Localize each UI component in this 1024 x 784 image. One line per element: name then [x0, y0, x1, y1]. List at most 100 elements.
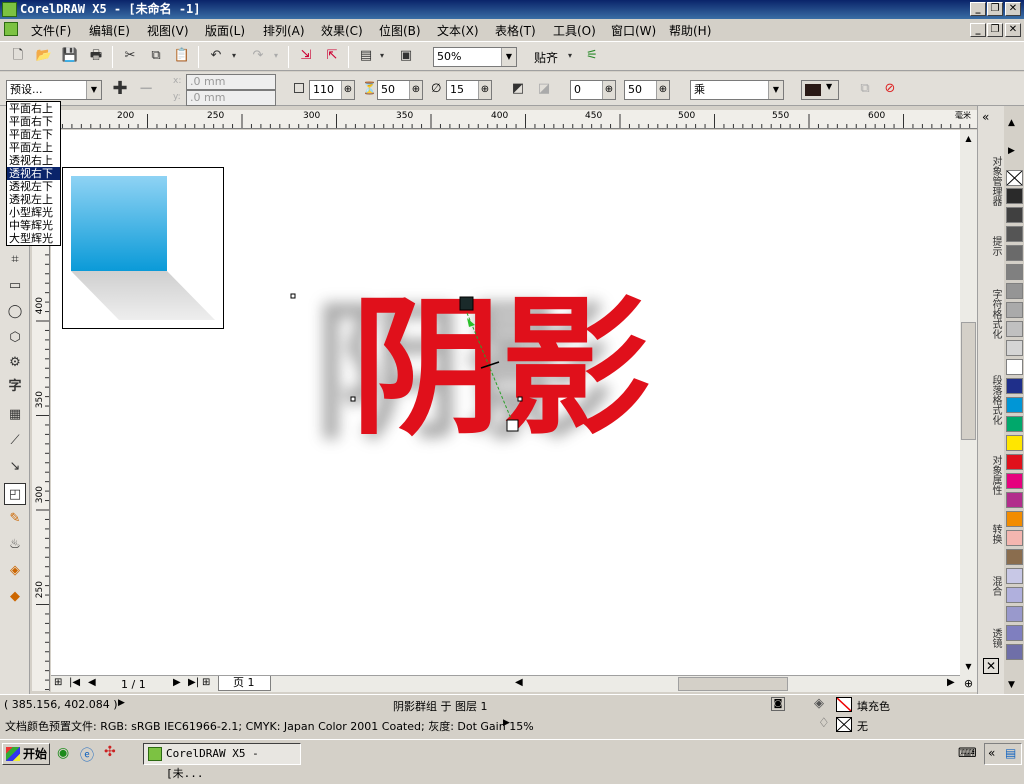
crop-tool-icon[interactable]: ⌗: [4, 249, 26, 271]
redo-icon[interactable]: ↷: [248, 46, 268, 66]
menu-help[interactable]: 帮助(H): [669, 22, 711, 39]
keyboard-icon[interactable]: ⌨: [958, 746, 977, 761]
chrome-icon[interactable]: ◉: [57, 745, 69, 761]
artwork[interactable]: 阴影 阴影: [51, 130, 960, 675]
menu-window[interactable]: 窗口(W): [611, 22, 656, 39]
rectangle-tool-icon[interactable]: ▭: [4, 275, 26, 297]
restore-button[interactable]: ❐: [987, 2, 1003, 16]
menu-view[interactable]: 视图(V): [147, 22, 189, 39]
horizontal-scroll-thumb[interactable]: [678, 677, 788, 691]
preset-option[interactable]: 小型辉光: [7, 206, 60, 219]
export-icon[interactable]: ⇱: [322, 46, 342, 66]
color-swatch[interactable]: [1006, 511, 1023, 527]
stretch-field[interactable]: 50 ⊕: [624, 80, 670, 100]
next-page-icon[interactable]: ▶: [173, 677, 181, 688]
app-icon[interactable]: [2, 2, 17, 17]
fill-tool-icon[interactable]: ◈: [4, 560, 26, 582]
docker-tab-hints[interactable]: 提示: [981, 226, 1001, 266]
dimension-tool-icon[interactable]: ⟋: [4, 430, 26, 452]
launcher-dropdown-icon[interactable]: ▾: [376, 46, 388, 66]
chevron-down-icon[interactable]: ▼: [501, 48, 516, 66]
app-quicklaunch-icon[interactable]: ✣: [104, 744, 116, 760]
doc-close-button[interactable]: ✕: [1005, 23, 1021, 37]
fill-swatch[interactable]: [836, 697, 852, 712]
preset-option-selected[interactable]: 透视右下: [7, 167, 60, 180]
chevron-down-icon[interactable]: ▼: [768, 81, 783, 99]
spin-icon[interactable]: ⊕: [409, 81, 422, 99]
shadow-color-picker[interactable]: ▼: [801, 80, 839, 100]
docker-tab-paragraph[interactable]: 段落格式化: [981, 362, 1001, 438]
print-icon[interactable]: 🖶: [86, 46, 106, 66]
tray-expand-icon[interactable]: «: [988, 746, 995, 760]
menu-arrange[interactable]: 排列(A): [263, 22, 305, 39]
color-swatch[interactable]: [1006, 644, 1023, 660]
zoom-combo[interactable]: 50% ▼: [433, 47, 517, 67]
color-swatch[interactable]: [1006, 226, 1023, 242]
color-swatch[interactable]: [1006, 245, 1023, 261]
start-button[interactable]: 开始: [2, 743, 50, 765]
fade-field[interactable]: 0 ⊕: [570, 80, 616, 100]
color-swatch[interactable]: [1006, 283, 1023, 299]
browser-icon[interactable]: ⓔ: [80, 745, 94, 765]
chevron-down-icon[interactable]: ▼: [86, 81, 101, 99]
merge-mode-combo[interactable]: 乘 ▼: [690, 80, 784, 100]
feather-edges-icon[interactable]: ◪: [534, 79, 554, 99]
menu-table[interactable]: 表格(T): [495, 22, 536, 39]
color-swatch[interactable]: [1006, 549, 1023, 565]
color-swatch[interactable]: [1006, 473, 1023, 489]
no-color-swatch[interactable]: [1006, 170, 1023, 186]
prev-page-icon[interactable]: ◀: [88, 677, 96, 688]
collapse-dockers-icon[interactable]: «: [982, 110, 989, 124]
first-page-arrow-icon[interactable]: |◀: [69, 677, 80, 688]
snap-label[interactable]: 贴齐: [534, 49, 558, 66]
menu-tools[interactable]: 工具(O): [553, 22, 596, 39]
options-icon[interactable]: ⚟: [582, 46, 602, 66]
paste-icon[interactable]: 📋: [172, 46, 192, 66]
doc-restore-button[interactable]: ❐: [987, 23, 1003, 37]
palette-menu-icon[interactable]: ▶: [1008, 146, 1015, 156]
preset-option[interactable]: 平面左下: [7, 128, 60, 141]
menu-layout[interactable]: 版面(L): [205, 22, 245, 39]
preset-option[interactable]: 平面右下: [7, 115, 60, 128]
import-icon[interactable]: ⇲: [296, 46, 316, 66]
close-docker-icon[interactable]: ✕: [983, 658, 999, 674]
color-swatch[interactable]: [1006, 340, 1023, 356]
minimize-button[interactable]: _: [970, 2, 986, 16]
app-launcher-icon[interactable]: ▤: [356, 46, 376, 66]
color-swatch[interactable]: [1006, 264, 1023, 280]
preset-option[interactable]: 中等辉光: [7, 219, 60, 232]
close-button[interactable]: ✕: [1005, 2, 1021, 16]
preset-option[interactable]: 平面左上: [7, 141, 60, 154]
undo-icon[interactable]: ↶: [206, 46, 226, 66]
profile-arrow-icon[interactable]: ▶: [503, 718, 510, 728]
open-icon[interactable]: 📂: [34, 46, 54, 66]
scroll-right-icon[interactable]: ▶: [947, 677, 955, 688]
color-swatch[interactable]: [1006, 435, 1023, 451]
color-swatch[interactable]: [1006, 321, 1023, 337]
preset-option[interactable]: 透视右上: [7, 154, 60, 167]
shadow-offset-x[interactable]: .0 mm: [186, 74, 276, 90]
palette-scroll-down-icon[interactable]: ▼: [1008, 680, 1015, 690]
preset-combo[interactable]: 预设... ▼: [6, 80, 102, 100]
color-swatch[interactable]: [1006, 416, 1023, 432]
color-swatch[interactable]: [1006, 625, 1023, 641]
remove-preset-icon[interactable]: −: [136, 79, 156, 99]
vertical-scroll-thumb[interactable]: [961, 322, 976, 440]
status-arrow-icon[interactable]: ▶: [118, 698, 125, 708]
docker-tab-object-manager[interactable]: 对象管理器: [981, 140, 1001, 222]
outline-tool-icon[interactable]: ♨: [4, 534, 26, 556]
palette-scroll-up-icon[interactable]: ▲: [1008, 118, 1015, 128]
docker-tab-blend[interactable]: 混合: [981, 566, 1001, 606]
shadow-offset-y[interactable]: .0 mm: [186, 90, 276, 106]
clear-shadow-icon[interactable]: ⊘: [880, 79, 900, 99]
copy-icon[interactable]: ⧉: [146, 46, 166, 66]
color-swatch[interactable]: [1006, 359, 1023, 375]
spin-icon[interactable]: ⊕: [478, 81, 491, 99]
shadow-direction-icon[interactable]: ◩: [508, 79, 528, 99]
save-icon[interactable]: 💾: [60, 46, 80, 66]
spin-icon[interactable]: ⊕: [602, 81, 615, 99]
docker-tab-lens[interactable]: 透镜: [981, 618, 1001, 658]
eyedropper-tool-icon[interactable]: ✎: [4, 508, 26, 530]
angle-field[interactable]: 15 ⊕: [446, 80, 492, 100]
network-icon[interactable]: ▤: [1005, 746, 1016, 760]
